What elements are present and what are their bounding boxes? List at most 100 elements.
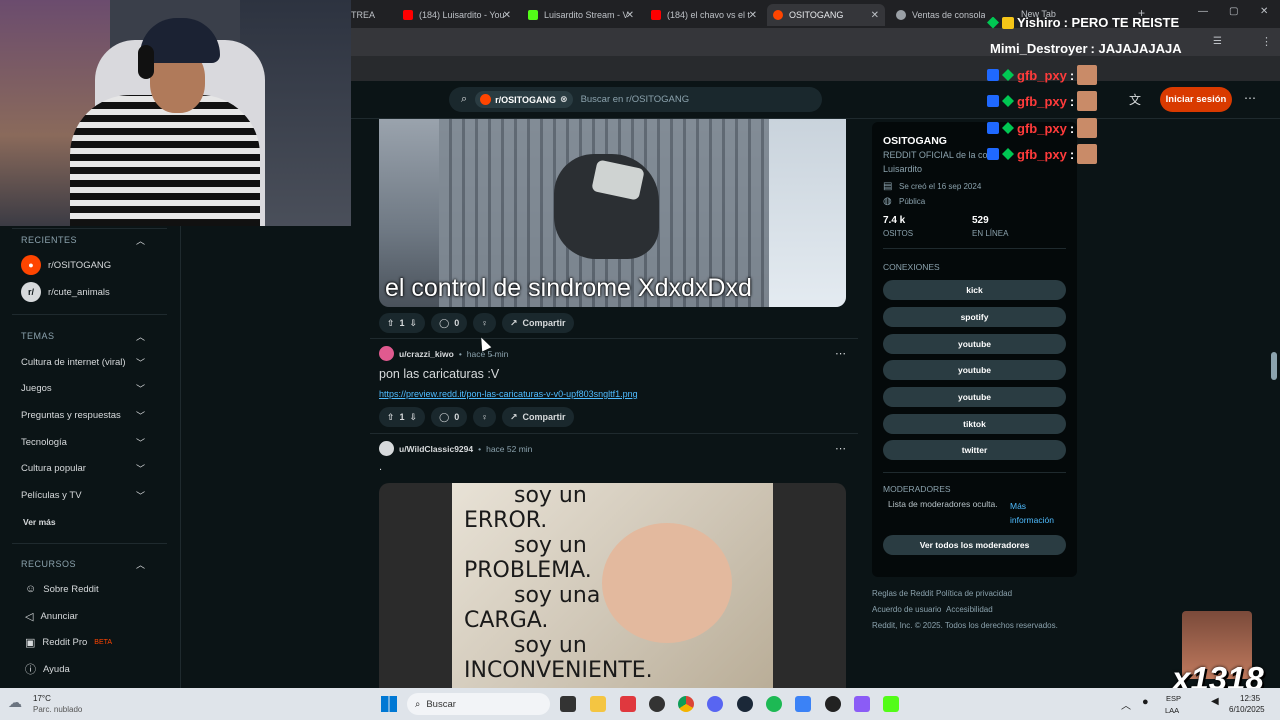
discord-icon[interactable] [707, 696, 723, 712]
share-button[interactable]: ↗ Compartir [501, 313, 574, 333]
privacy-link[interactable]: Política de privacidad [936, 589, 1012, 598]
topic-movies-tv[interactable]: Películas y TV ﹀ [21, 485, 151, 505]
recent-item-cute-animals[interactable]: r/r/cute_animals [21, 282, 151, 302]
recent-item-ositogang[interactable]: ● r/OSITOGANG [21, 255, 151, 275]
vote-pill[interactable]: ⇧ 1 ⇩ [379, 407, 426, 427]
post-options-icon[interactable]: ⋯ [835, 347, 846, 360]
post-title[interactable]: pon las caricaturas :V [379, 367, 499, 381]
resource-advertise[interactable]: ◁ Anunciar [25, 606, 155, 626]
tray-chevron-icon[interactable]: ︿ [1121, 697, 1131, 712]
chat-text: : [1069, 93, 1075, 109]
post-link[interactable]: https://preview.redd.it/pon-las-caricatu… [379, 389, 638, 399]
close-icon[interactable]: ✕ [871, 10, 879, 21]
tab-0[interactable]: TREA [351, 4, 381, 26]
speaker-icon[interactable]: ◀ [1211, 696, 1219, 707]
connection-youtube[interactable]: youtube [883, 360, 1066, 380]
task-view-icon[interactable] [560, 696, 576, 712]
connection-tiktok[interactable]: tiktok [883, 414, 1066, 434]
resource-reddit-pro[interactable]: ▣ Reddit Pro BETA [25, 632, 155, 652]
comments-button[interactable]: ◯ 0 [431, 313, 468, 333]
see-more-button[interactable]: Ver más [23, 512, 153, 532]
rules-link[interactable]: Reglas de Reddit [872, 589, 933, 598]
downvote-icon[interactable]: ⇩ [410, 412, 418, 423]
post-image[interactable]: soy un ERROR. soy un PROBLEMA. soy una C… [379, 483, 846, 693]
window-close-icon[interactable]: ✕ [1260, 6, 1268, 17]
tab-3[interactable]: (184) el chavo vs el t ✕ [645, 4, 763, 26]
clear-chip-icon[interactable]: ⊗ [560, 94, 568, 105]
connection-youtube[interactable]: youtube [883, 387, 1066, 407]
chevron-up-icon[interactable]: ︿ [136, 330, 145, 343]
topic-qa[interactable]: Preguntas y respuestas ﹀ [21, 405, 151, 425]
close-icon[interactable]: ✕ [749, 10, 757, 21]
topic-games[interactable]: Juegos ﹀ [21, 378, 151, 398]
taskbar-search[interactable]: ⌕ Buscar [407, 693, 550, 715]
chevron-up-icon[interactable]: ︿ [136, 234, 145, 247]
downvote-icon[interactable]: ⇩ [410, 318, 418, 329]
app-icon[interactable] [854, 696, 870, 712]
connection-youtube[interactable]: youtube [883, 334, 1066, 354]
chrome-icon[interactable] [678, 696, 694, 712]
post-author[interactable]: u/crazzi_kiwo [399, 349, 454, 359]
chevron-up-icon[interactable]: ︿ [136, 558, 145, 571]
topic-internet-culture[interactable]: Cultura de internet (viral) ﹀ [21, 352, 151, 372]
more-options-icon[interactable]: ⋯ [1244, 91, 1256, 105]
spotify-icon[interactable] [766, 696, 782, 712]
minimize-icon[interactable]: — [1198, 6, 1208, 17]
close-icon[interactable]: ✕ [626, 10, 634, 21]
webcam-overlay [0, 0, 351, 226]
upvote-icon[interactable]: ⇧ [387, 318, 395, 329]
kick-icon[interactable] [883, 696, 899, 712]
comments-button[interactable]: ◯ 0 [431, 407, 468, 427]
topic-tech[interactable]: Tecnología ﹀ [21, 432, 151, 452]
post-options-icon[interactable]: ⋯ [835, 442, 846, 455]
maximize-icon[interactable]: ▢ [1229, 6, 1238, 17]
windows-start-icon[interactable] [381, 696, 397, 712]
login-button[interactable]: Iniciar sesión [1160, 87, 1232, 112]
upvote-icon[interactable]: ⇧ [387, 412, 395, 423]
extensions-icon[interactable]: ☰ [1213, 36, 1222, 47]
notepad-icon[interactable] [795, 696, 811, 712]
page-scrollbar[interactable] [1271, 352, 1277, 380]
tab-2[interactable]: Luisardito Stream - V ✕ [522, 4, 640, 26]
tab-4[interactable]: OSITOGANG ✕ [767, 4, 885, 26]
close-icon[interactable]: ✕ [503, 10, 511, 21]
search-bar[interactable]: ⌕ r/OSITOGANG ⊗ Buscar en r/OSITOGANG [449, 87, 822, 112]
app-icon[interactable] [649, 696, 665, 712]
resource-help[interactable]: ⓘ Ayuda [25, 659, 155, 679]
obs-icon[interactable] [825, 696, 841, 712]
topic-pop-culture[interactable]: Cultura popular ﹀ [21, 458, 151, 478]
post-image[interactable]: el control de sindrome XdxdxDxd [379, 119, 846, 307]
clock-date[interactable]: 6/10/2025 [1229, 705, 1265, 714]
connection-kick[interactable]: kick [883, 280, 1066, 300]
user-agreement-link[interactable]: Acuerdo de usuario [872, 605, 941, 614]
share-button[interactable]: ↗ Compartir [501, 407, 574, 427]
tab-1[interactable]: (184) Luisardito - You ✕ [397, 4, 517, 26]
streamer-shirt [70, 95, 260, 226]
connection-twitter[interactable]: twitter [883, 440, 1066, 460]
chevron-down-icon: ﹀ [135, 463, 145, 474]
award-button[interactable]: ♀ [473, 407, 496, 427]
award-button[interactable]: ♀ [473, 313, 496, 333]
accessibility-link[interactable]: Accesibilidad [946, 605, 993, 614]
avatar[interactable] [379, 346, 394, 361]
app-icon[interactable] [620, 696, 636, 712]
connection-spotify[interactable]: spotify [883, 307, 1066, 327]
item-label: r/OSITOGANG [48, 259, 112, 271]
more-info-link[interactable]: Más información [1010, 499, 1065, 527]
language-layout[interactable]: LAA [1165, 706, 1179, 715]
language-code[interactable]: ESP [1166, 694, 1181, 703]
avatar[interactable] [379, 441, 394, 456]
file-explorer-icon[interactable] [590, 696, 606, 712]
resource-about[interactable]: ☺ Sobre Reddit [25, 579, 155, 599]
post-author[interactable]: u/WildClassic9294 [399, 444, 473, 454]
menu-icon[interactable]: ⋮ [1261, 35, 1272, 48]
vote-pill[interactable]: ⇧ 1 ⇩ [379, 313, 426, 333]
steam-icon[interactable] [737, 696, 753, 712]
microphone-icon[interactable]: ● [1142, 696, 1149, 708]
clock-time[interactable]: 12:35 [1240, 694, 1260, 703]
tab-5[interactable]: Ventas de consolas [890, 4, 985, 26]
view-all-moderators-button[interactable]: Ver todos los moderadores [883, 535, 1066, 555]
translate-icon[interactable]: 文 [1129, 91, 1141, 108]
weather-icon[interactable]: ☁ [8, 694, 22, 711]
community-chip[interactable]: r/OSITOGANG ⊗ [475, 91, 573, 108]
